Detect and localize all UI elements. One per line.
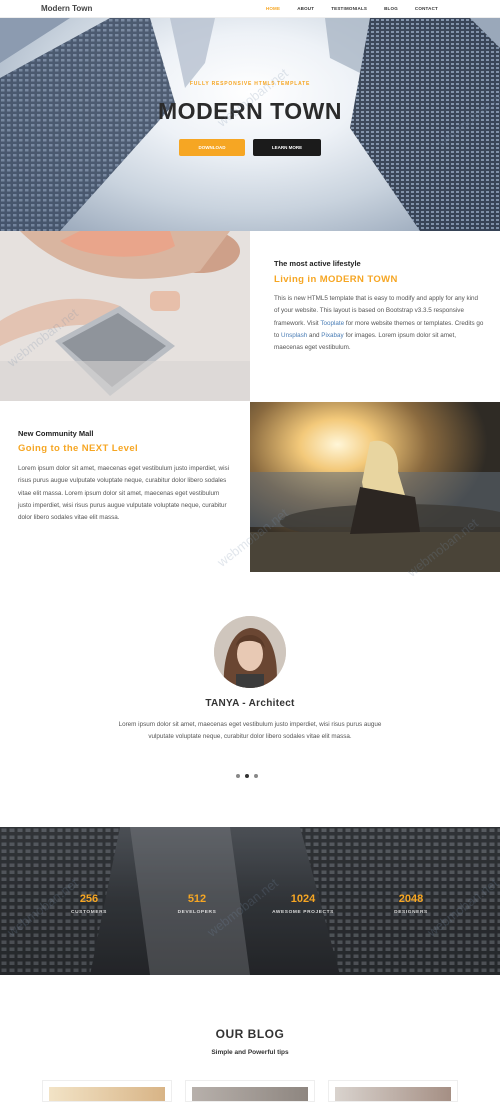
pixabay-link[interactable]: Pixabay: [321, 332, 343, 339]
tooplate-link[interactable]: Tooplate: [320, 320, 344, 327]
download-button[interactable]: DOWNLOAD: [179, 139, 245, 156]
feature2-title: Going to the NEXT Level: [18, 443, 139, 454]
hero-section: FULLY RESPONSIVE HTML5 TEMPLATE MODERN T…: [0, 18, 500, 231]
feature1-text: and: [307, 331, 322, 339]
nav-item-about[interactable]: ABOUT: [297, 6, 314, 11]
blog-title: OUR BLOG: [215, 1027, 285, 1041]
hero-title: MODERN TOWN: [158, 98, 342, 124]
stat-number: 256: [79, 893, 99, 905]
blog-card-3[interactable]: [328, 1080, 458, 1102]
blog-card-image: [49, 1087, 165, 1101]
stat-label: CUSTOMERS: [71, 910, 107, 915]
learn-more-button[interactable]: LEARN MORE: [253, 139, 321, 156]
avatar: [214, 616, 286, 688]
stat-number: 512: [187, 893, 207, 905]
nav-item-blog[interactable]: BLOG: [384, 6, 398, 11]
stats-section: 256 CUSTOMERS 512 DEVELOPERS 1024 AWESOM…: [0, 827, 500, 975]
nav-item-testimonials[interactable]: TESTIMONIALS: [331, 6, 367, 11]
stat-label: AWESOME PROJECTS: [272, 910, 334, 915]
carousel-dot-3[interactable]: [254, 774, 258, 778]
hero-subtitle: FULLY RESPONSIVE HTML5 TEMPLATE: [189, 81, 311, 87]
woman-sunset-image: [250, 402, 500, 572]
testimonial-body: Lorem ipsum dolor sit amet, maecenas ege…: [118, 721, 382, 741]
stat-label: DESIGNERS: [394, 910, 428, 915]
blog-card-image: [192, 1087, 308, 1101]
blog-card-1[interactable]: [42, 1080, 172, 1102]
stat-number: 1024: [290, 893, 316, 905]
stat-customers: 256 CUSTOMERS: [44, 893, 134, 915]
nav-item-home[interactable]: HOME: [266, 6, 280, 11]
blog-subtitle: Simple and Powerful tips: [211, 1049, 289, 1056]
feature2-kicker: New Community Mall: [18, 429, 94, 438]
unsplash-link[interactable]: Unsplash: [281, 332, 307, 339]
woman-laptop-image: [0, 231, 250, 401]
stat-developers: 512 DEVELOPERS: [152, 893, 242, 915]
stat-projects: 1024 AWESOME PROJECTS: [258, 893, 348, 915]
feature1-title: Living in MODERN TOWN: [274, 274, 398, 285]
blog-card-image: [335, 1087, 451, 1101]
feature2-body: Lorem ipsum dolor sit amet, maecenas ege…: [18, 465, 230, 522]
stat-number: 2048: [398, 893, 424, 905]
brand-logo[interactable]: Modern Town: [41, 4, 92, 13]
carousel-dots: [236, 774, 258, 778]
top-navbar: Modern Town HOME ABOUT TESTIMONIALS BLOG…: [0, 0, 500, 18]
stat-designers: 2048 DESIGNERS: [366, 893, 456, 915]
feature1-body: This is new HTML5 template that is easy …: [274, 293, 484, 354]
main-menu: HOME ABOUT TESTIMONIALS BLOG CONTACT: [249, 6, 438, 11]
stat-label: DEVELOPERS: [177, 910, 217, 915]
testimonial-name: TANYA - Architect: [205, 698, 295, 709]
feature1-kicker: The most active lifestyle: [274, 259, 361, 268]
blog-card-2[interactable]: [185, 1080, 315, 1102]
carousel-dot-1[interactable]: [236, 774, 240, 778]
carousel-dot-2[interactable]: [245, 774, 249, 778]
nav-item-contact[interactable]: CONTACT: [415, 6, 438, 11]
